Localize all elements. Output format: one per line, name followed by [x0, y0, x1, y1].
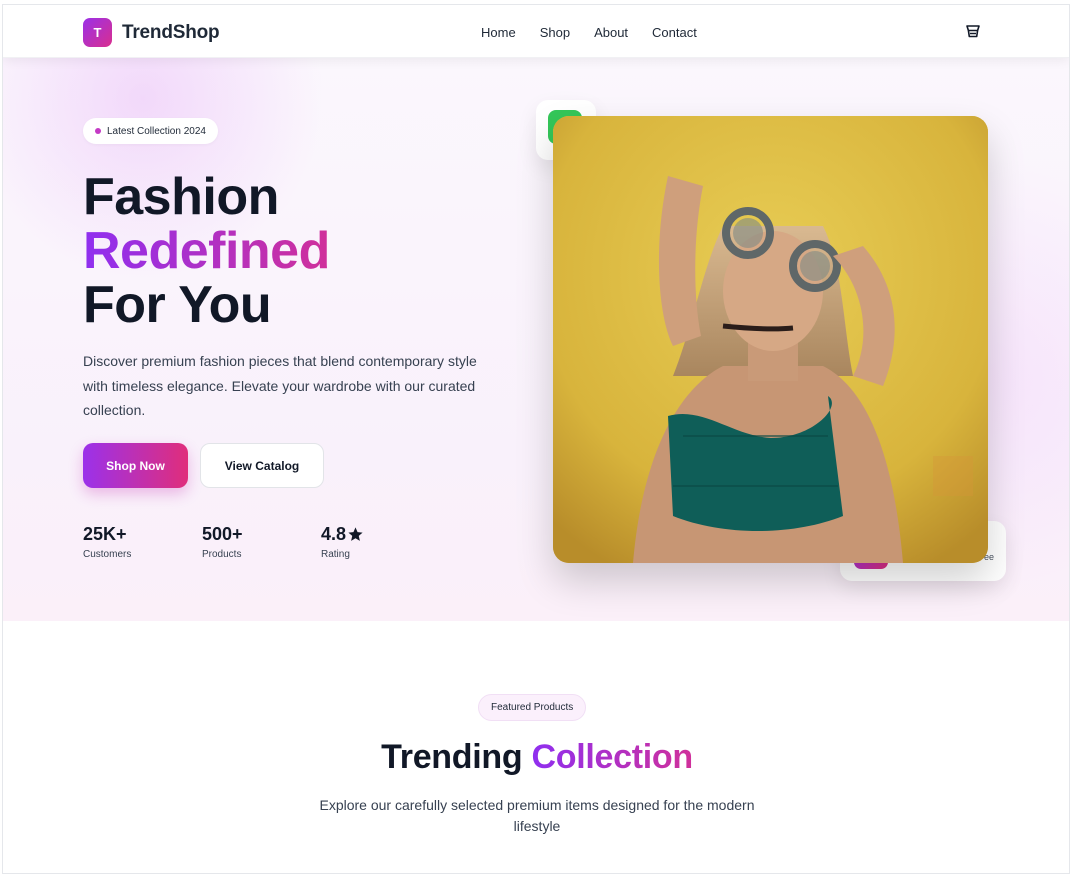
- stat-customers-label: Customers: [83, 549, 132, 560]
- nav-item-about[interactable]: About: [594, 25, 628, 40]
- stat-rating: 4.8 Rating: [321, 524, 421, 560]
- stat-customers: 25K+ Customers: [83, 524, 183, 560]
- stat-customers-value: 25K+: [83, 524, 127, 544]
- hero-description: Discover premium fashion pieces that ble…: [83, 353, 477, 418]
- stat-rating-value-wrap: 4.8: [321, 524, 421, 545]
- star-icon: [348, 527, 363, 541]
- brand-name: TrendShop: [122, 21, 220, 43]
- badge-dot-icon: [95, 128, 101, 134]
- hero-title-line1: Fashion: [83, 168, 279, 226]
- shop-now-button[interactable]: Shop Now: [83, 443, 188, 488]
- view-catalog-button[interactable]: View Catalog: [200, 443, 324, 488]
- page-frame: T TrendShop Home Shop About Contact Late…: [2, 4, 1070, 874]
- brand-logo[interactable]: T TrendShop: [83, 18, 220, 47]
- stat-products: 500+ Products: [202, 524, 302, 560]
- nav-item-home[interactable]: Home: [481, 25, 516, 40]
- shopping-cart-icon[interactable]: [965, 24, 981, 40]
- stat-rating-label: Rating: [321, 549, 350, 560]
- logo-mark: T: [83, 18, 112, 47]
- section-subtitle: Explore our carefully selected premium i…: [319, 797, 755, 834]
- section-title: Trending Collection: [3, 738, 1069, 777]
- collection-badge: Latest Collection 2024: [83, 118, 218, 144]
- main-nav: Home Shop About Contact: [481, 25, 697, 40]
- hero-title: Fashion Redefined For You: [83, 170, 330, 332]
- stat-rating-value: 4.8: [321, 524, 347, 544]
- hero-image: [553, 116, 988, 563]
- hero-title-line3: For You: [83, 276, 272, 334]
- hero-section: Latest Collection 2024 Fashion Redefined…: [3, 58, 1069, 621]
- featured-products-pill: Featured Products: [478, 694, 587, 721]
- stat-products-value: 500+: [202, 524, 243, 544]
- stat-products-label: Products: [202, 549, 242, 560]
- badge-text: Latest Collection 2024: [107, 125, 206, 137]
- section-title-part1: Trending: [381, 738, 523, 776]
- section-title-part2: Collection: [531, 738, 693, 776]
- nav-item-contact[interactable]: Contact: [652, 25, 697, 40]
- hero-image-illustration: [553, 116, 988, 563]
- nav-item-shop[interactable]: Shop: [540, 25, 570, 40]
- site-header: T TrendShop Home Shop About Contact: [3, 5, 1069, 58]
- hero-title-line2: Redefined: [83, 222, 330, 280]
